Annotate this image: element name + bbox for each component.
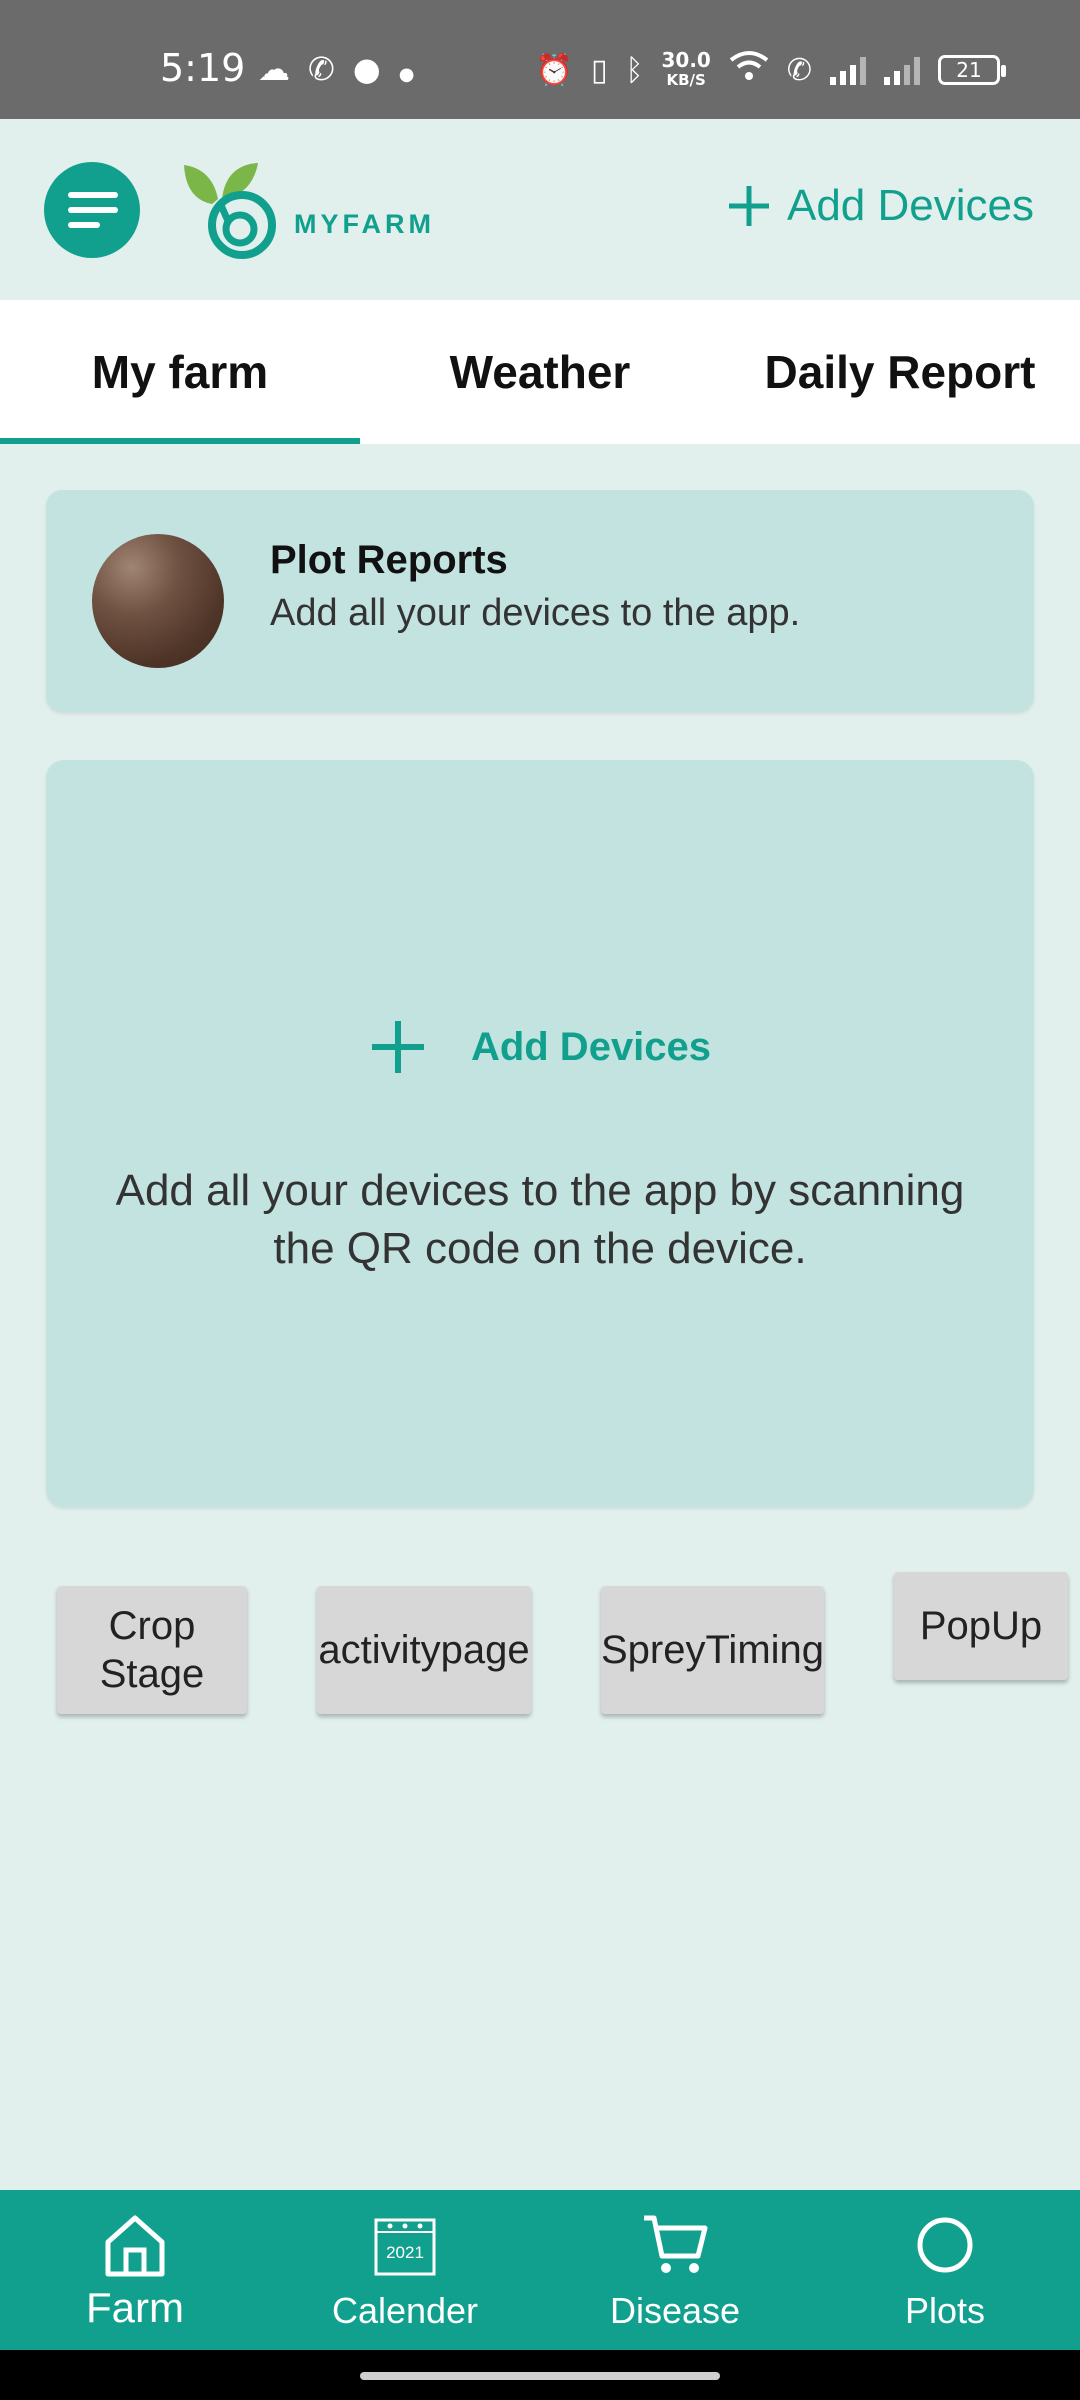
nav-plots-label: Plots <box>904 2290 986 2331</box>
tab-weather[interactable]: Weather <box>360 300 720 444</box>
sprout-icon <box>184 163 276 259</box>
plus-icon <box>728 186 769 226</box>
home-gesture-pill[interactable] <box>360 2372 720 2380</box>
plot-reports-title: Plot Reports <box>270 538 508 582</box>
menu-icon-line <box>68 192 118 198</box>
battery-icon: 21 <box>938 55 1006 85</box>
add-devices-description: Add all your devices to the app by scann… <box>115 1166 965 1273</box>
crop-stage-button[interactable]: Crop Stage <box>57 1586 247 1714</box>
add-devices-card: Add Devices Add all your devices to the … <box>46 760 1034 1507</box>
gesture-bar <box>0 2350 1080 2400</box>
alarm-icon: ⏰ <box>535 52 573 88</box>
whatsapp-icon: ✆ <box>308 50 353 88</box>
nav-plots[interactable]: Plots <box>810 2190 1080 2350</box>
status-time: 5:19 <box>160 46 246 90</box>
nav-farm-label: Farm <box>86 2284 184 2331</box>
menu-icon-line <box>68 222 100 228</box>
home-icon <box>105 2215 165 2277</box>
nav-calender[interactable]: 2021 Calender <box>270 2190 540 2350</box>
network-speed: 30.0 KB/S <box>662 50 711 90</box>
menu-button[interactable] <box>44 162 140 258</box>
bottom-navigation: Farm 2021 Calender Disease Plots <box>0 2190 1080 2350</box>
plus-icon <box>371 1021 424 1073</box>
plot-reports-card[interactable]: Plot Reports Add all your devices to the… <box>46 490 1034 712</box>
signal-icon-1 <box>830 55 866 85</box>
calendar-icon: 2021 <box>374 2218 436 2276</box>
status-bar: 5:19 ☁✆●● ⏰ ▯ ᛒ 30.0 KB/S ✆ 21 <box>0 0 1080 119</box>
tab-bar: My farm Weather Daily Report <box>0 300 1080 444</box>
system-icons: ⏰ ▯ ᛒ 30.0 KB/S ✆ 21 <box>535 50 1006 90</box>
wifi-icon <box>729 50 769 90</box>
nav-calender-label: Calender <box>331 2290 479 2331</box>
signal-icon-2 <box>884 55 920 85</box>
add-devices-header-label: Add Devices <box>786 181 1034 230</box>
add-devices-header-button[interactable]: Add Devices <box>725 181 1034 231</box>
add-devices-button[interactable]: Add Devices <box>46 1018 1034 1076</box>
bluetooth-icon: ᛒ <box>625 52 644 88</box>
network-speed-value: 30.0 <box>661 48 711 72</box>
nav-disease-label: Disease <box>609 2290 741 2331</box>
logo-text: MYFARM <box>294 209 435 239</box>
network-speed-unit: KB/S <box>666 71 706 89</box>
calendar-icon-text: 2021 <box>386 2243 424 2262</box>
discord-icon: ☁ <box>258 50 308 88</box>
nav-disease[interactable]: Disease <box>540 2190 810 2350</box>
vibrate-icon: ▯ <box>590 52 608 88</box>
dot-icon: ● <box>398 64 433 85</box>
tab-my-farm[interactable]: My farm <box>0 300 360 444</box>
add-devices-label: Add Devices <box>470 1024 712 1069</box>
soil-image <box>92 534 224 668</box>
notification-icons: ☁✆●● <box>258 50 432 88</box>
chat-bubble-icon: ● <box>352 50 399 88</box>
app-header: MYFARM Add Devices <box>0 119 1080 300</box>
call-wifi-icon: ✆ <box>786 52 812 88</box>
myfarm-logo: MYFARM <box>182 159 442 259</box>
activitypage-button[interactable]: activitypage <box>317 1586 531 1714</box>
nav-farm[interactable]: Farm <box>0 2190 270 2350</box>
tab-daily-report[interactable]: Daily Report <box>720 300 1080 444</box>
cart-icon <box>644 2215 708 2273</box>
circle-icon <box>917 2217 973 2273</box>
menu-icon-line <box>68 207 118 213</box>
popup-button[interactable]: PopUp <box>894 1572 1068 1680</box>
spreytiming-button[interactable]: SpreyTiming <box>601 1586 824 1714</box>
plot-reports-subtitle: Add all your devices to the app. <box>270 592 801 634</box>
